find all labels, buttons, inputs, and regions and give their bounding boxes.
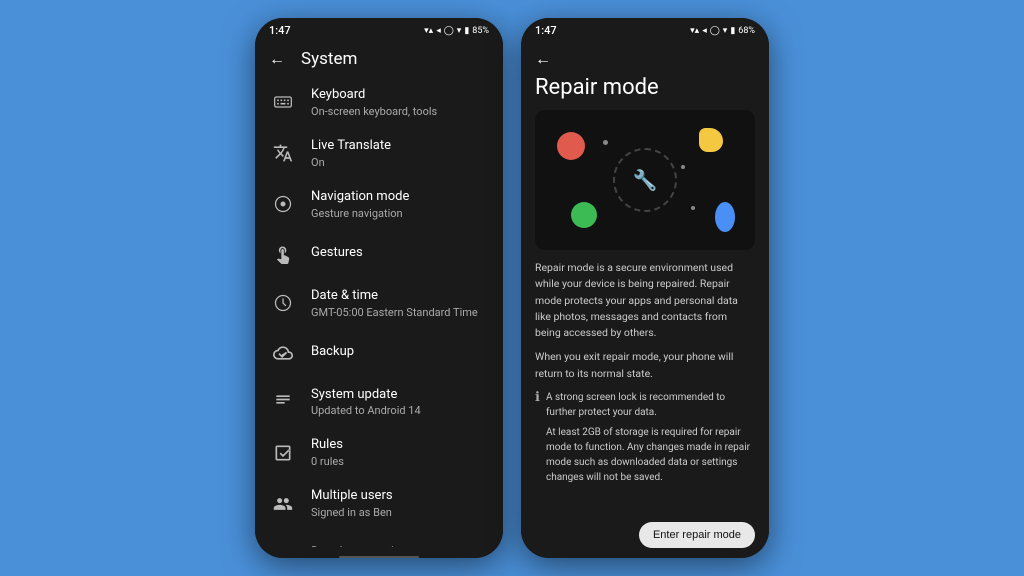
right-battery-icon: ▮ bbox=[730, 26, 735, 36]
users-subtitle: Signed in as Ben bbox=[311, 506, 489, 519]
left-status-bar: 1:47 ▾▴ ◂ ◯ ▾ ▮ 85% bbox=[255, 18, 503, 41]
right-phone: 1:47 ▾▴ ◂ ◯ ▾ ▮ 68% ← Repair mode bbox=[521, 18, 769, 558]
right-alarm-icon: ◯ bbox=[710, 26, 720, 36]
right-wifi-icon: ▾ bbox=[723, 26, 728, 36]
users-text: Multiple users Signed in as Ben bbox=[311, 488, 489, 519]
update-title: System update bbox=[311, 387, 489, 404]
translate-icon bbox=[269, 139, 297, 167]
right-location-icon: ◂ bbox=[702, 26, 707, 36]
rules-text: Rules 0 rules bbox=[311, 437, 489, 468]
repair-note-2: At least 2GB of storage is required for … bbox=[546, 425, 755, 485]
navigation-subtitle: Gesture navigation bbox=[311, 207, 489, 220]
screen-title: System bbox=[301, 49, 357, 69]
back-button[interactable]: ← bbox=[269, 49, 285, 69]
repair-notes: A strong screen lock is recommended to f… bbox=[546, 390, 755, 485]
settings-item-gestures[interactable]: Gestures bbox=[255, 230, 503, 278]
left-status-icons: ▾▴ ◂ ◯ ▾ ▮ 85% bbox=[424, 26, 489, 36]
right-status-bar: 1:47 ▾▴ ◂ ◯ ▾ ▮ 68% bbox=[521, 18, 769, 41]
rules-title: Rules bbox=[311, 437, 489, 454]
live-translate-title: Live Translate bbox=[311, 138, 489, 155]
right-signal-icon: ▾▴ bbox=[690, 26, 699, 36]
datetime-subtitle: GMT-05:00 Eastern Standard Time bbox=[311, 306, 489, 319]
settings-item-users[interactable]: Multiple users Signed in as Ben bbox=[255, 478, 503, 529]
blob-blue bbox=[715, 202, 735, 232]
live-translate-subtitle: On bbox=[311, 156, 489, 169]
keyboard-title: Keyboard bbox=[311, 87, 489, 104]
right-status-time: 1:47 bbox=[535, 24, 557, 37]
location-icon: ◂ bbox=[436, 26, 441, 36]
repair-nav-header: ← bbox=[521, 41, 769, 75]
update-subtitle: Updated to Android 14 bbox=[311, 404, 489, 417]
settings-item-live-translate[interactable]: Live Translate On bbox=[255, 128, 503, 179]
blob-dot-1 bbox=[603, 140, 608, 145]
repair-footer: Enter repair mode bbox=[521, 514, 769, 558]
backup-text: Backup bbox=[311, 344, 489, 361]
gestures-title: Gestures bbox=[311, 245, 489, 262]
navigation-title: Navigation mode bbox=[311, 189, 489, 206]
repair-description-1: Repair mode is a secure environment used… bbox=[535, 260, 755, 341]
navigation-text: Navigation mode Gesture navigation bbox=[311, 189, 489, 220]
rules-icon bbox=[269, 439, 297, 467]
battery-percent: 85% bbox=[472, 26, 489, 36]
repair-back-button[interactable]: ← bbox=[535, 49, 551, 68]
repair-body: Repair mode is a secure environment used… bbox=[521, 250, 769, 514]
settings-list: Keyboard On-screen keyboard, tools Live … bbox=[255, 77, 503, 547]
live-translate-text: Live Translate On bbox=[311, 138, 489, 169]
home-indicator bbox=[339, 556, 419, 559]
keyboard-text: Keyboard On-screen keyboard, tools bbox=[311, 87, 489, 118]
developer-title: Developer options bbox=[311, 545, 489, 547]
blob-green bbox=[571, 202, 597, 228]
gestures-text: Gestures bbox=[311, 245, 489, 262]
repair-screen: 1:47 ▾▴ ◂ ◯ ▾ ▮ 68% ← Repair mode bbox=[521, 18, 769, 558]
settings-item-developer[interactable]: Developer options bbox=[255, 529, 503, 547]
settings-item-backup[interactable]: Backup bbox=[255, 329, 503, 377]
right-battery-percent: 68% bbox=[738, 26, 755, 36]
battery-icon: ▮ bbox=[464, 26, 469, 36]
rules-subtitle: 0 rules bbox=[311, 455, 489, 468]
alarm-icon: ◯ bbox=[444, 26, 454, 36]
repair-note-1: A strong screen lock is recommended to f… bbox=[546, 390, 755, 420]
signal-icon: ▾▴ bbox=[424, 26, 433, 36]
right-status-icons: ▾▴ ◂ ◯ ▾ ▮ 68% bbox=[690, 26, 755, 36]
repair-image-inner: 🔧 bbox=[535, 110, 755, 250]
enter-repair-button[interactable]: Enter repair mode bbox=[639, 522, 755, 548]
blob-yellow bbox=[699, 128, 723, 152]
update-text: System update Updated to Android 14 bbox=[311, 387, 489, 418]
settings-item-update[interactable]: System update Updated to Android 14 bbox=[255, 377, 503, 428]
keyboard-subtitle: On-screen keyboard, tools bbox=[311, 105, 489, 118]
blob-dot-3 bbox=[681, 165, 685, 169]
backup-title: Backup bbox=[311, 344, 489, 361]
gestures-icon bbox=[269, 240, 297, 268]
datetime-text: Date & time GMT-05:00 Eastern Standard T… bbox=[311, 288, 489, 319]
backup-icon bbox=[269, 339, 297, 367]
repair-hero-image: 🔧 bbox=[535, 110, 755, 250]
datetime-title: Date & time bbox=[311, 288, 489, 305]
left-status-time: 1:47 bbox=[269, 24, 291, 37]
left-bottom-bar bbox=[255, 547, 503, 558]
info-icon: ℹ bbox=[535, 390, 540, 405]
update-icon bbox=[269, 388, 297, 416]
wrench-circle: 🔧 bbox=[613, 148, 677, 212]
clock-icon bbox=[269, 289, 297, 317]
blob-dot-2 bbox=[691, 206, 695, 210]
developer-text: Developer options bbox=[311, 545, 489, 547]
settings-item-navigation[interactable]: Navigation mode Gesture navigation bbox=[255, 179, 503, 230]
settings-item-datetime[interactable]: Date & time GMT-05:00 Eastern Standard T… bbox=[255, 278, 503, 329]
phones-container: 1:47 ▾▴ ◂ ◯ ▾ ▮ 85% ← System Ke bbox=[255, 18, 769, 558]
users-title: Multiple users bbox=[311, 488, 489, 505]
left-phone: 1:47 ▾▴ ◂ ◯ ▾ ▮ 85% ← System Ke bbox=[255, 18, 503, 558]
developer-icon bbox=[269, 539, 297, 547]
wrench-icon: 🔧 bbox=[633, 168, 658, 192]
repair-description-2: When you exit repair mode, your phone wi… bbox=[535, 349, 755, 382]
users-icon bbox=[269, 490, 297, 518]
repair-page-title: Repair mode bbox=[521, 75, 769, 110]
settings-item-rules[interactable]: Rules 0 rules bbox=[255, 427, 503, 478]
settings-item-keyboard[interactable]: Keyboard On-screen keyboard, tools bbox=[255, 77, 503, 128]
wifi-icon: ▾ bbox=[457, 26, 462, 36]
left-screen-header: ← System bbox=[255, 41, 503, 77]
blob-red bbox=[557, 132, 585, 160]
keyboard-icon bbox=[269, 88, 297, 116]
repair-info-row: ℹ A strong screen lock is recommended to… bbox=[535, 390, 755, 485]
navigation-icon bbox=[269, 190, 297, 218]
